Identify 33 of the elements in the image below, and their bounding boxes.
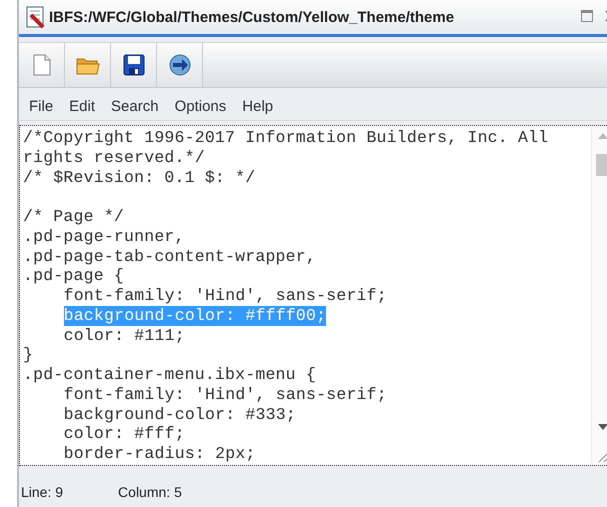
forward-button[interactable] xyxy=(157,43,203,87)
menu-item[interactable]: Help xyxy=(234,98,282,114)
blank-page-icon xyxy=(32,54,50,76)
code-line: /* $Revision: 0.1 $: */ xyxy=(23,168,256,188)
open-button[interactable] xyxy=(65,43,111,87)
new-button[interactable] xyxy=(19,43,65,87)
code-line: color: #111; xyxy=(64,326,185,346)
save-button[interactable] xyxy=(111,43,157,87)
code-line: .pd-page-runner, xyxy=(23,226,185,246)
window-title: IBFS:/WFC/Global/Themes/Custom/Yellow_Theme/theme xyxy=(49,8,456,26)
code-line: font-family: 'Hind', sans-serif; xyxy=(64,286,387,306)
menu-item[interactable]: Search xyxy=(103,98,167,114)
code-line: /* Page */ xyxy=(23,207,124,227)
menu-item[interactable]: Options xyxy=(166,98,234,114)
scroll-up-arrow-icon xyxy=(597,132,607,140)
maximize-icon xyxy=(581,10,593,22)
code-line: rights reserved.*/ xyxy=(23,148,205,168)
code-line: } xyxy=(23,345,34,365)
menu-item[interactable]: File xyxy=(21,98,62,114)
code-line: /*Copyright 1996-2017 Information Builders, Inc. All xyxy=(23,128,548,148)
line-number-status: Line: 9 xyxy=(21,484,64,500)
scroll-down-arrow-icon xyxy=(597,423,607,431)
notepad-pencil-icon xyxy=(25,5,47,29)
code-line: .pd-page { xyxy=(23,266,124,286)
code-line: background-color: #333; xyxy=(64,404,296,424)
menu-item[interactable]: Edit xyxy=(61,98,104,114)
code-line: .pd-page-tab-content-wrapper, xyxy=(23,246,316,266)
code-line: font-family: 'Hind', sans-serif; xyxy=(64,384,387,404)
column-number-status: Column: 5 xyxy=(118,484,182,500)
code-line: color: #fff; xyxy=(64,424,185,444)
code-line: .pd-container-menu.ibx-menu { xyxy=(23,365,316,385)
maximize-button[interactable] xyxy=(581,10,595,24)
code-line: border-radius: 2px; xyxy=(64,444,256,464)
